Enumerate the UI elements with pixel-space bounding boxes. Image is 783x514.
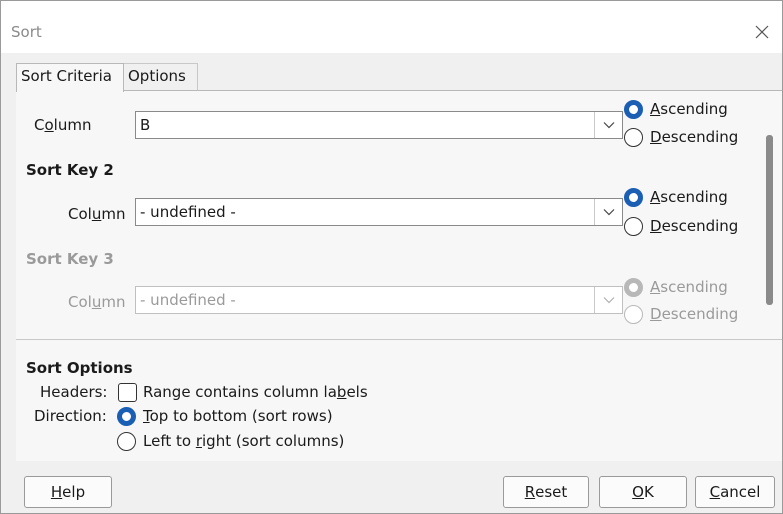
tab-label: Sort Criteria [21, 67, 112, 85]
close-button[interactable] [742, 15, 782, 49]
sort-key-3-descending-label: Descending [650, 305, 739, 323]
sort-key-2-column-label: Column [68, 205, 126, 223]
sort-options-heading: Sort Options [26, 359, 133, 377]
section-divider [16, 339, 782, 340]
sort-key-2-heading: Sort Key 2 [26, 161, 114, 179]
tab-sort-criteria[interactable]: Sort Criteria [16, 63, 124, 92]
reset-button[interactable]: Reset [503, 476, 589, 508]
sort-key-2-column-select[interactable]: - undefined - [135, 198, 623, 226]
sort-key-1-column-select[interactable]: B [135, 111, 623, 139]
combo-value: B [140, 116, 151, 134]
left-to-right-label[interactable]: Left to right (sort columns) [143, 432, 344, 450]
sort-key-1-descending-label[interactable]: Descending [650, 128, 738, 146]
chevron-down-icon [603, 122, 614, 129]
chevron-down-icon [603, 297, 614, 304]
help-button[interactable]: Help [24, 476, 112, 508]
sort-key-2-descending-radio[interactable] [624, 217, 643, 236]
range-contains-column-labels-checkbox[interactable] [118, 383, 137, 402]
sort-key-3-column-label: Column [68, 293, 126, 311]
top-to-bottom-radio[interactable] [117, 407, 136, 426]
sort-key-2-descending-label[interactable]: Descending [650, 217, 738, 235]
sort-key-1-column-label: Column [34, 116, 92, 134]
direction-label: Direction: [34, 407, 107, 425]
sort-key-1-ascending-radio[interactable] [624, 100, 643, 119]
range-contains-column-labels-label[interactable]: Range contains column labels [143, 383, 368, 401]
sort-key-3-ascending-label: Ascending [650, 278, 728, 296]
tab-label: Options [128, 67, 186, 85]
tab-options[interactable]: Options [123, 63, 198, 91]
sort-key-2-ascending-label[interactable]: Ascending [650, 188, 728, 206]
combo-value: - undefined - [140, 203, 236, 221]
sort-key-1-ascending-label[interactable]: Ascending [650, 100, 728, 118]
sort-dialog: Sort Sort Criteria Options Column B Asce… [0, 0, 783, 514]
chevron-down-icon [603, 209, 614, 216]
sort-key-3-descending-radio [624, 305, 643, 324]
scrollbar-thumb[interactable] [766, 135, 773, 305]
top-to-bottom-label[interactable]: Top to bottom (sort rows) [143, 407, 333, 425]
headers-label: Headers: [40, 383, 108, 401]
left-to-right-radio[interactable] [117, 432, 136, 451]
tab-bar: Sort Criteria Options [1, 53, 782, 92]
combo-arrow [594, 287, 622, 313]
sort-criteria-panel: Column B Ascending Descending Sort Key 2… [16, 90, 782, 461]
window-title: Sort [11, 23, 42, 41]
sort-key-2-ascending-radio[interactable] [624, 188, 643, 207]
combo-arrow[interactable] [594, 112, 622, 138]
sort-key-1-descending-radio[interactable] [624, 128, 643, 147]
cancel-button[interactable]: Cancel [695, 476, 775, 508]
close-icon [755, 25, 769, 39]
ok-button[interactable]: OK [599, 476, 687, 508]
sort-key-3-heading: Sort Key 3 [26, 250, 114, 268]
title-bar: Sort [1, 1, 782, 53]
combo-value: - undefined - [140, 291, 236, 309]
sort-key-3-ascending-radio [624, 278, 643, 297]
sort-keys-scroll-area: Column B Ascending Descending Sort Key 2… [16, 91, 782, 329]
sort-key-3-column-select: - undefined - [135, 286, 623, 314]
combo-arrow[interactable] [594, 199, 622, 225]
